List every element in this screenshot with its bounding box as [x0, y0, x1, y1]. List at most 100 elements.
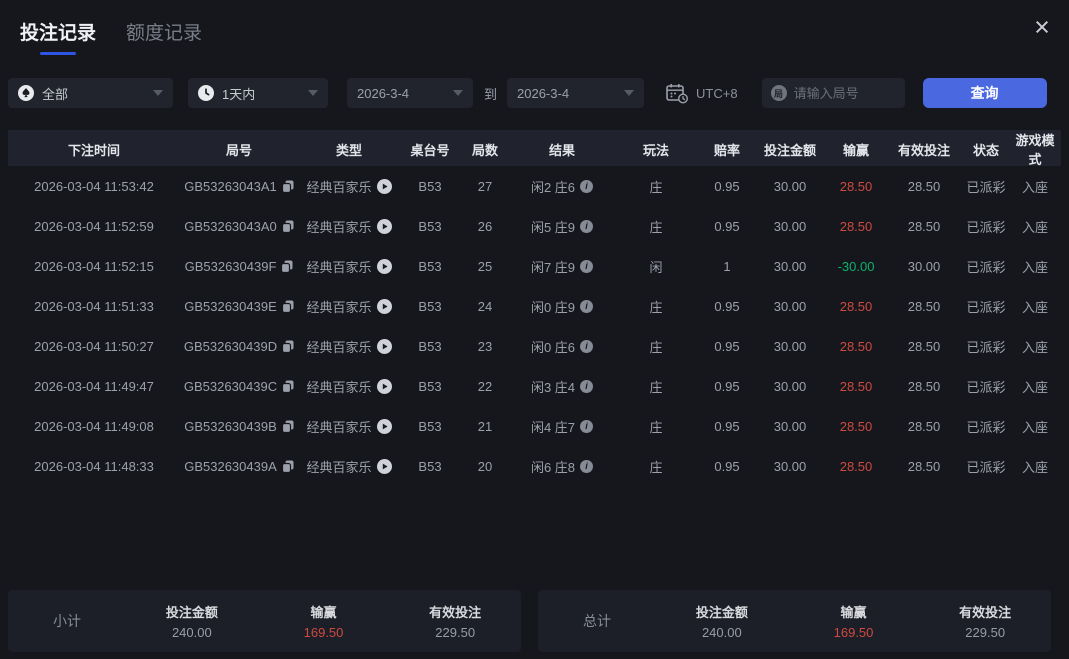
date-to-value: 2026-3-4 — [517, 86, 624, 101]
table-row: 2026-03-04 11:53:42 GB53263043A1 经典百家乐 B… — [8, 166, 1061, 206]
round-id-value: GB53263043A0 — [184, 219, 277, 234]
info-icon[interactable]: i — [580, 180, 593, 193]
result-cell: 闲2 庄6 i — [510, 177, 614, 196]
info-icon[interactable]: i — [580, 260, 593, 273]
play-icon[interactable] — [377, 299, 392, 314]
info-icon[interactable]: i — [580, 380, 593, 393]
table-row: 2026-03-04 11:52:15 GB532630439F 经典百家乐 B… — [8, 246, 1061, 286]
status-cell: 已派彩 — [960, 297, 1012, 316]
play-cell: 闲 — [614, 257, 698, 276]
table-no-cell: B53 — [400, 299, 460, 314]
round-number-badge-icon: 局 — [771, 85, 787, 101]
subtotal-panel: 小计 投注金额 240.00 输赢 169.50 有效投注 229.50 — [8, 590, 521, 652]
game-type-cell: 经典百家乐 — [298, 297, 400, 316]
copy-icon[interactable] — [282, 420, 294, 433]
result-cell: 闲6 庄8 i — [510, 457, 614, 476]
play-icon[interactable] — [377, 379, 392, 394]
round-id-cell: GB532630439E — [180, 299, 298, 314]
tab-quota-records[interactable]: 额度记录 — [126, 18, 202, 55]
win-loss-cell: 28.50 — [824, 379, 888, 394]
valid-bet-cell: 28.50 — [888, 339, 960, 354]
valid-bet-cell: 28.50 — [888, 379, 960, 394]
bet-amount-cell: 30.00 — [756, 179, 824, 194]
total-valid-group: 有效投注 229.50 — [919, 602, 1051, 640]
info-icon[interactable]: i — [580, 420, 593, 433]
table-row: 2026-03-04 11:50:27 GB532630439D 经典百家乐 B… — [8, 326, 1061, 366]
copy-icon[interactable] — [282, 380, 294, 393]
play-icon[interactable] — [377, 339, 392, 354]
play-icon[interactable] — [377, 419, 392, 434]
result-value: 闲2 庄6 — [531, 177, 575, 196]
status-cell: 已派彩 — [960, 417, 1012, 436]
odds-cell: 0.95 — [698, 219, 756, 234]
game-mode-cell: 入座 — [1012, 177, 1058, 196]
play-cell: 庄 — [614, 217, 698, 236]
result-value: 闲5 庄9 — [531, 217, 575, 236]
info-icon[interactable]: i — [580, 340, 593, 353]
clock-icon — [198, 85, 214, 101]
round-id-value: GB532630439C — [184, 379, 277, 394]
play-icon[interactable] — [377, 459, 392, 474]
game-type-value: 经典百家乐 — [306, 377, 371, 396]
copy-icon[interactable] — [282, 300, 294, 313]
copy-icon[interactable] — [282, 180, 294, 193]
status-cell: 已派彩 — [960, 217, 1012, 236]
play-icon[interactable] — [377, 259, 392, 274]
round-id-cell: GB532630439A — [180, 459, 298, 474]
play-icon[interactable] — [377, 219, 392, 234]
result-cell: 闲3 庄4 i — [510, 377, 614, 396]
round-search-input[interactable] — [794, 86, 896, 101]
tab-bet-records[interactable]: 投注记录 — [20, 18, 96, 55]
date-to-dropdown[interactable]: 2026-3-4 — [507, 78, 644, 108]
status-cell: 已派彩 — [960, 457, 1012, 476]
status-cell: 已派彩 — [960, 377, 1012, 396]
game-type-value: 经典百家乐 — [306, 297, 371, 316]
copy-icon[interactable] — [282, 340, 294, 353]
info-icon[interactable]: i — [580, 220, 593, 233]
valid-bet-cell: 28.50 — [888, 299, 960, 314]
copy-icon[interactable] — [281, 260, 293, 273]
play-cell: 庄 — [614, 377, 698, 396]
total-bet-value: 240.00 — [656, 625, 788, 640]
query-button[interactable]: 查询 — [923, 78, 1047, 108]
info-icon[interactable]: i — [580, 300, 593, 313]
game-mode-cell: 入座 — [1012, 297, 1058, 316]
time-range-dropdown[interactable]: 1天内 — [188, 78, 328, 108]
round-id-value: GB532630439D — [184, 339, 277, 354]
valid-bet-cell: 28.50 — [888, 419, 960, 434]
info-icon[interactable]: i — [580, 460, 593, 473]
table-row: 2026-03-04 11:49:47 GB532630439C 经典百家乐 B… — [8, 366, 1061, 406]
calendar-clock-icon — [666, 83, 688, 104]
table-row: 2026-03-04 11:51:33 GB532630439E 经典百家乐 B… — [8, 286, 1061, 326]
chevron-down-icon — [308, 90, 318, 96]
bet-time-cell: 2026-03-04 11:51:33 — [8, 299, 180, 314]
play-cell: 庄 — [614, 417, 698, 436]
game-type-cell: 经典百家乐 — [298, 457, 400, 476]
valid-bet-cell: 28.50 — [888, 179, 960, 194]
bet-time-cell: 2026-03-04 11:48:33 — [8, 459, 180, 474]
game-type-value: 经典百家乐 — [306, 177, 371, 196]
copy-icon[interactable] — [282, 220, 294, 233]
play-icon[interactable] — [377, 179, 392, 194]
round-id-value: GB53263043A1 — [184, 179, 277, 194]
col-header-type: 类型 — [298, 140, 400, 159]
timezone-indicator[interactable]: UTC+8 — [666, 83, 738, 104]
game-type-value: 经典百家乐 — [306, 457, 371, 476]
game-mode-cell: 入座 — [1012, 457, 1058, 476]
chevron-down-icon — [624, 90, 634, 96]
close-icon[interactable]: × — [1027, 12, 1057, 42]
result-value: 闲0 庄9 — [531, 297, 575, 316]
win-loss-cell: 28.50 — [824, 339, 888, 354]
game-type-dropdown[interactable]: 全部 — [8, 78, 173, 108]
round-no-cell: 22 — [460, 379, 510, 394]
game-mode-cell: 入座 — [1012, 217, 1058, 236]
round-id-cell: GB532630439D — [180, 339, 298, 354]
result-cell: 闲4 庄7 i — [510, 417, 614, 436]
odds-cell: 0.95 — [698, 419, 756, 434]
col-header-bet-time: 下注时间 — [8, 140, 180, 159]
col-header-result: 结果 — [510, 140, 614, 159]
copy-icon[interactable] — [282, 460, 294, 473]
win-loss-cell: 28.50 — [824, 299, 888, 314]
status-cell: 已派彩 — [960, 177, 1012, 196]
date-from-dropdown[interactable]: 2026-3-4 — [347, 78, 473, 108]
